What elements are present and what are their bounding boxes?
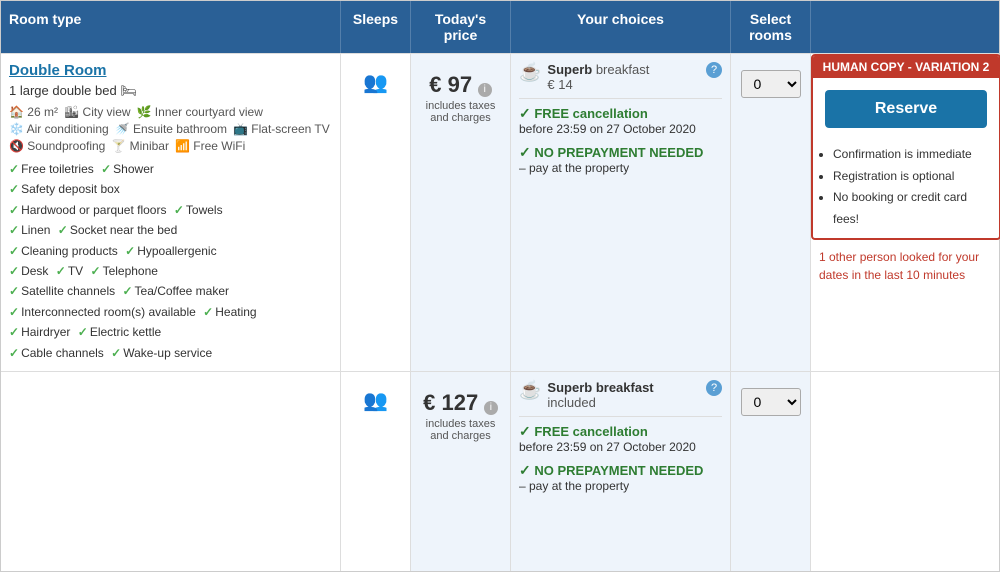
feature-courtyard: 🌿 Inner courtyard view <box>137 105 263 119</box>
feature-size: 🏠 26 m² <box>9 105 58 119</box>
amenity-kettle: ✓ Electric kettle <box>78 322 161 342</box>
amenity-tv2: ✓ TV <box>56 261 83 281</box>
amenity-linen: ✓ Linen <box>9 220 50 240</box>
room-table: Room type Sleeps Today's price Your choi… <box>0 0 1000 572</box>
coffee-icon-1: ☕ <box>519 62 541 83</box>
feature-ac: ❄️ Air conditioning <box>9 122 109 136</box>
cancel-date-2: before 23:59 on 27 October 2020 <box>519 440 722 454</box>
header-choices: Your choices <box>511 1 731 53</box>
bed-text: 1 large double bed <box>9 83 117 98</box>
room-name-link[interactable]: Double Room <box>9 62 332 79</box>
sleeps-cell-2: 👥 <box>341 372 411 571</box>
amenity-socket: ✓ Socket near the bed <box>58 220 177 240</box>
choices-cell-1: ☕ Superb breakfast € 14 ? ✓ FREE cancell… <box>511 54 731 371</box>
human-copy-badge: HUMAN COPY - VARIATION 2 <box>813 56 999 78</box>
feature-minibar: 🍸 Minibar <box>111 139 169 153</box>
sleeps-icon-1: 👥 <box>363 72 388 94</box>
table-header: Room type Sleeps Today's price Your choi… <box>1 1 999 53</box>
amenity-floors: ✓ Hardwood or parquet floors <box>9 200 166 220</box>
amenity-tea: ✓ Tea/Coffee maker <box>122 281 229 301</box>
table-row-2: 👥 € 127 i includes taxes and charges ☕ S… <box>1 371 999 571</box>
amenity-hairdryer: ✓ Hairdryer <box>9 322 70 342</box>
breakfast-help-icon-2[interactable]: ? <box>706 380 722 396</box>
cancel-choice-1: ✓ FREE cancellation before 23:59 on 27 O… <box>519 105 722 136</box>
benefit-item-3: No booking or credit card fees! <box>833 187 991 230</box>
price-amount-1: € 97 <box>429 72 472 97</box>
no-prepay-label-1: ✓ NO PREPAYMENT NEEDED <box>519 144 722 161</box>
amenity-toiletries: ✓ Free toiletries <box>9 159 94 179</box>
feature-wifi: 📶 Free WiFi <box>175 139 245 153</box>
benefits-list: Confirmation is immediate Registration i… <box>813 140 999 238</box>
price-cell-2: € 127 i includes taxes and charges <box>411 372 511 571</box>
no-prepay-text-1: – pay at the property <box>519 161 722 175</box>
amenity-heating: ✓ Heating <box>203 302 256 322</box>
room-type-cell-1: Double Room 1 large double bed 🛏 🏠 26 m²… <box>1 54 341 371</box>
free-cancel-label-2: ✓ FREE cancellation <box>519 423 722 440</box>
header-select: Select rooms <box>731 1 811 53</box>
price-includes-1: includes taxes and charges <box>419 100 502 124</box>
price-info-icon-1[interactable]: i <box>478 83 492 97</box>
right-panel: HUMAN COPY - VARIATION 2 Reserve Confirm… <box>811 54 1000 371</box>
room-type-cell-2 <box>1 372 341 571</box>
amenity-hypo: ✓ Hypoallergenic <box>125 241 216 261</box>
amenity-towels: ✓ Towels <box>174 200 223 220</box>
room-select-2[interactable]: 0 1 2 3 4 5 <box>741 388 801 416</box>
sleeps-icon-2: 👥 <box>363 390 388 412</box>
room-features-list: 🏠 26 m² 🏙 City view 🌿 Inner courtyard vi… <box>9 105 332 153</box>
amenity-interconnected: ✓ Interconnected room(s) available <box>9 302 196 322</box>
no-prepay-label-2: ✓ NO PREPAYMENT NEEDED <box>519 462 722 479</box>
no-prepay-text-2: – pay at the property <box>519 479 722 493</box>
feature-ensuite: 🚿 Ensuite bathroom <box>115 122 227 136</box>
feature-soundproof: 🔇 Soundproofing <box>9 139 105 153</box>
feature-city-view: 🏙 City view <box>64 105 131 119</box>
room-select-1[interactable]: 0 1 2 3 4 5 <box>741 70 801 98</box>
amenity-desk: ✓ Desk <box>9 261 48 281</box>
price-info-icon-2[interactable]: i <box>484 401 498 415</box>
amenity-telephone: ✓ Telephone <box>91 261 158 281</box>
breakfast-help-icon-1[interactable]: ? <box>706 62 722 78</box>
header-room-type: Room type <box>1 1 341 53</box>
price-includes-2: includes taxes and charges <box>419 418 502 442</box>
breakfast-text-1: Superb breakfast € 14 <box>547 62 649 92</box>
feature-tv: 📺 Flat-screen TV <box>233 122 330 136</box>
header-sleeps: Sleeps <box>341 1 411 53</box>
cancel-choice-2: ✓ FREE cancellation before 23:59 on 27 O… <box>519 423 722 454</box>
select-cell-2: 0 1 2 3 4 5 <box>731 372 811 571</box>
benefit-item-1: Confirmation is immediate <box>833 144 991 166</box>
header-price: Today's price <box>411 1 511 53</box>
header-empty <box>811 1 1000 53</box>
prepay-choice-2: ✓ NO PREPAYMENT NEEDED – pay at the prop… <box>519 462 722 493</box>
table-row-1: Double Room 1 large double bed 🛏 🏠 26 m²… <box>1 53 999 371</box>
select-cell-1: 0 1 2 3 4 5 <box>731 54 811 371</box>
reserve-button[interactable]: Reserve <box>825 90 987 128</box>
breakfast-choice-2: ☕ Superb breakfast included ? <box>519 380 722 417</box>
choices-cell-2: ☕ Superb breakfast included ? ✓ FREE can… <box>511 372 731 571</box>
benefit-item-2: Registration is optional <box>833 166 991 188</box>
cancel-date-1: before 23:59 on 27 October 2020 <box>519 122 722 136</box>
breakfast-text-2: Superb breakfast included <box>547 380 700 410</box>
breakfast-choice-1: ☕ Superb breakfast € 14 ? <box>519 62 722 99</box>
prepay-choice-1: ✓ NO PREPAYMENT NEEDED – pay at the prop… <box>519 144 722 175</box>
bed-icon: 🛏 <box>120 83 137 98</box>
amenity-safe: ✓ Safety deposit box <box>9 179 120 199</box>
price-amount-2: € 127 <box>423 390 478 415</box>
amenity-cable: ✓ Cable channels <box>9 343 104 363</box>
amenity-wakeup: ✓ Wake-up service <box>111 343 212 363</box>
sleeps-cell-1: 👥 <box>341 54 411 371</box>
urgency-text: 1 other person looked for your dates in … <box>811 240 1000 292</box>
price-cell-1: € 97 i includes taxes and charges <box>411 54 511 371</box>
amenity-shower: ✓ Shower <box>101 159 154 179</box>
free-cancel-label-1: ✓ FREE cancellation <box>519 105 722 122</box>
coffee-icon-2: ☕ <box>519 380 541 401</box>
right-panel-row2 <box>811 372 1000 571</box>
amenities-list: ✓ Free toiletries ✓ Shower ✓ Safety depo… <box>9 159 332 363</box>
amenity-satellite: ✓ Satellite channels <box>9 281 115 301</box>
amenity-cleaning: ✓ Cleaning products <box>9 241 118 261</box>
room-bed-info: 1 large double bed 🛏 <box>9 83 332 99</box>
